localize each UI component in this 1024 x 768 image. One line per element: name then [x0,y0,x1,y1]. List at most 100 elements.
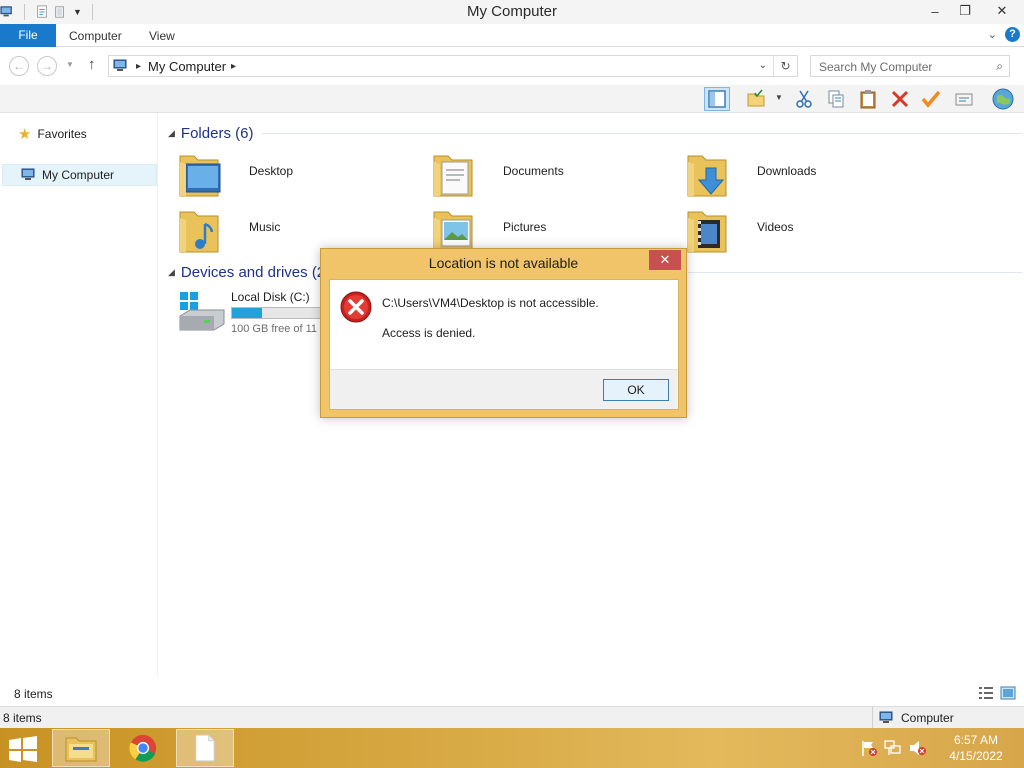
ribbon-tabs: File Computer View ⌄ ? [0,24,1024,47]
layout-icon [708,90,726,108]
folder-label: Documents [503,164,564,178]
taskbar-chrome[interactable] [114,729,172,767]
windows-start-icon[interactable] [8,736,38,762]
select-folder-button[interactable] [743,87,769,111]
expand-ribbon-icon[interactable]: ⌄ [988,28,997,41]
group-header-label: Folders (6) [180,124,254,142]
folder-label: Videos [757,220,794,234]
blank-document-icon [195,734,215,762]
downloads-folder-icon [687,155,727,197]
network-icon[interactable] [884,739,902,757]
folder-videos[interactable]: Videos [686,206,936,256]
help-icon[interactable]: ? [1005,27,1020,42]
folder-label: Downloads [757,164,817,178]
taskbar-document[interactable] [176,729,234,767]
item-count: 8 items [14,687,53,701]
back-button[interactable]: ← [9,56,29,76]
delete-x-icon [891,90,909,108]
window-title: My Computer [466,3,558,20]
delete-button[interactable] [887,87,913,111]
nav-item-label: Favorites [37,127,87,141]
taskbar: 6:57 AM 4/15/2022 [0,728,1024,768]
computer-icon [21,168,35,180]
navigation-pane: ★ Favorites My Computer [0,114,158,676]
navigation-row: ← → ▼ ↑ ▸ My Computer ▸ ⌄ ↻ Search My Co… [0,47,1024,85]
nav-item-my-computer[interactable]: My Computer [2,164,157,186]
group-header-label: Devices and drives (2 [180,263,326,281]
group-header-devices[interactable]: ◢ Devices and drives (2 [168,262,325,282]
nav-item-favorites[interactable]: ★ Favorites [2,123,157,145]
folder-label: Pictures [503,220,547,234]
documents-folder-icon [433,155,473,197]
details-item-count: 8 items [3,711,42,725]
address-bar[interactable]: ▸ My Computer ▸ ⌄ ↻ [108,55,798,77]
minimize-button[interactable]: – [920,0,950,22]
properties-button[interactable] [951,87,977,111]
star-icon: ★ [18,126,32,143]
ok-button[interactable]: OK [603,379,669,401]
refresh-button[interactable]: ↻ [773,56,797,76]
status-bar: 8 items [0,684,1024,704]
tab-view[interactable]: View [149,24,175,47]
select-dropdown-icon[interactable]: ▼ [775,93,783,102]
collapse-arrow-icon[interactable]: ◢ [168,128,175,139]
properties-card-icon [955,93,973,106]
dialog-title: Location is not available [428,255,579,271]
globe-icon [992,88,1014,110]
search-icon[interactable]: ⌕ [996,59,1003,74]
folder-desktop[interactable]: Desktop [178,150,428,200]
title-bar: ▼ My Computer – ❐ ✕ [0,0,1024,24]
error-dialog: Location is not available ✕ C:\Users\VM4… [320,248,687,418]
window-controls: – ❐ ✕ [920,0,1024,22]
search-input[interactable]: Search My Computer [819,60,932,74]
maximize-button[interactable]: ❐ [950,0,980,22]
collapse-arrow-icon[interactable]: ◢ [168,267,175,278]
volume-muted-icon[interactable] [908,739,926,757]
error-icon [340,291,372,323]
recent-locations-icon[interactable]: ▼ [66,60,74,69]
tab-computer[interactable]: Computer [69,24,122,47]
copy-button[interactable] [823,87,849,111]
details-bar: 8 items Computer [0,706,1024,729]
group-divider [262,133,1022,134]
action-center-flag-icon[interactable] [860,739,878,757]
preview-pane-button[interactable] [704,87,730,111]
details-view-icon[interactable] [978,686,994,700]
view-switcher [978,686,1016,700]
large-icons-view-icon[interactable] [1000,686,1016,700]
address-dropdown-icon[interactable]: ⌄ [759,60,767,71]
copy-icon [828,90,844,108]
taskbar-file-explorer[interactable] [52,729,110,767]
dialog-body: C:\Users\VM4\Desktop is not accessible. … [329,279,679,410]
zone-label: Computer [901,711,954,725]
zone-indicator: Computer [872,707,1024,729]
forward-button[interactable]: → [37,56,57,76]
scissors-icon [796,90,812,108]
search-box[interactable]: Search My Computer ⌕ [810,55,1010,77]
file-explorer-icon [65,737,97,762]
dialog-close-button[interactable]: ✕ [649,250,681,270]
system-tray: 6:57 AM 4/15/2022 [860,728,1024,768]
cut-button[interactable] [791,87,817,111]
drive-free-space: 100 GB free of 11 [231,323,318,335]
nav-item-label: My Computer [42,168,115,182]
folder-downloads[interactable]: Downloads [686,150,936,200]
drive-usage-fill [232,308,263,318]
paste-button[interactable] [855,87,881,111]
chrome-icon [129,734,157,762]
folder-documents[interactable]: Documents [432,150,682,200]
breadcrumb-chevron-icon[interactable]: ▸ [136,61,141,72]
rename-button[interactable] [918,87,944,111]
close-button[interactable]: ✕ [980,0,1024,22]
clipboard-icon [860,90,876,109]
network-button[interactable] [990,87,1016,111]
tab-file[interactable]: File [0,24,56,47]
group-header-folders[interactable]: ◢ Folders (6) [168,123,253,143]
breadcrumb-my-computer[interactable]: My Computer [148,59,226,74]
clock-time: 6:57 AM [953,733,999,747]
up-button[interactable]: ↑ [88,56,96,73]
breadcrumb-chevron-icon[interactable]: ▸ [231,61,236,72]
dialog-message-primary: C:\Users\VM4\Desktop is not accessible. [382,296,599,310]
clock[interactable]: 6:57 AM 4/15/2022 [940,732,1012,764]
folder-label: Desktop [249,164,294,178]
